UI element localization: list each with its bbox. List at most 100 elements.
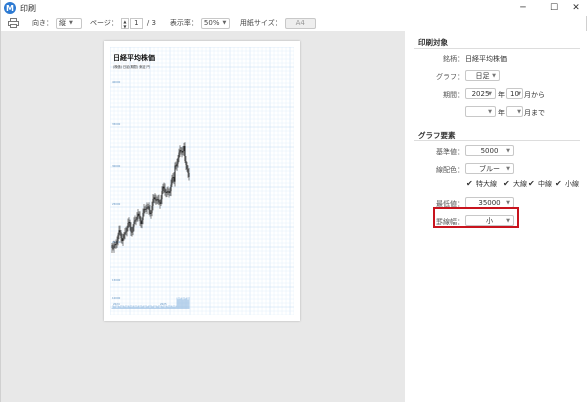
base-value-select[interactable]: 5000 ▼ — [465, 145, 514, 156]
paper-size-select: A4 — [284, 17, 316, 29]
volume-bar — [121, 307, 123, 309]
min-value: 35000 — [478, 198, 501, 207]
zoom-select[interactable]: 50% ▼ — [200, 17, 230, 29]
chevron-down-icon: ▼ — [506, 147, 510, 154]
volume-bar — [168, 305, 170, 309]
volume-bar — [130, 305, 132, 309]
page-stepper[interactable]: ▲ ▼ — [120, 17, 129, 29]
candle-body — [182, 151, 184, 153]
volume-bar — [183, 297, 185, 309]
volume-bar — [139, 307, 141, 309]
orientation-value: 縦 — [59, 19, 66, 27]
volume-bar — [123, 305, 125, 309]
checkbox-label: 特大線 — [476, 180, 497, 188]
volume-bar — [171, 305, 173, 309]
period-label: 期間： — [443, 91, 464, 99]
period-from-month-select[interactable]: 10 ▼ — [506, 88, 523, 99]
volume-bar — [170, 305, 172, 309]
graph-label: グラフ： — [436, 73, 464, 81]
checkbox-thick[interactable]: ✔ 大線 — [503, 179, 527, 189]
volume-bar — [150, 305, 152, 309]
volume-bar — [137, 305, 139, 309]
line-color-select[interactable]: ブルー ▼ — [465, 163, 514, 174]
candle-body — [135, 219, 137, 221]
y-tick-label: 20000 — [112, 240, 121, 244]
maximize-button[interactable]: ☐ — [543, 0, 565, 16]
volume-bar — [187, 299, 189, 309]
volume-bar — [186, 297, 188, 309]
volume-bar — [160, 305, 162, 309]
volume-bar — [126, 307, 128, 309]
chevron-down-icon[interactable]: ▼ — [122, 24, 128, 29]
candle-body — [147, 206, 149, 208]
volume-bar — [172, 307, 174, 309]
volume-bar — [173, 305, 175, 309]
graph-select[interactable]: 日足 ▼ — [465, 70, 500, 81]
candle-body — [123, 234, 125, 239]
candle-body — [161, 191, 163, 200]
window-title: 印刷 — [20, 3, 36, 13]
volume-bar — [181, 297, 183, 309]
check-icon: ✔ — [555, 179, 562, 188]
candle-body — [139, 215, 141, 222]
chevron-down-icon: ▼ — [506, 199, 510, 206]
preview-area: 日経平均株価 (株価) 日足(期間) 東証 円 40000 35000 30000 2… — [1, 31, 405, 402]
candle-body — [130, 226, 132, 233]
checkbox-medium[interactable]: ✔ 中線 — [528, 179, 552, 189]
close-button[interactable]: ✕ — [565, 0, 587, 16]
checkbox-extra-thick[interactable]: ✔ 特大線 — [466, 179, 497, 189]
volume-bar — [185, 297, 187, 309]
volume-bar — [140, 305, 142, 309]
orientation-select[interactable]: 縦 ▼ — [56, 17, 82, 29]
checkbox-thin[interactable]: ✔ 小線 — [555, 179, 579, 189]
period-from-year-value: 2025 — [471, 89, 490, 98]
volume-bar — [149, 307, 151, 309]
checkbox-label: 大線 — [513, 180, 527, 188]
y-tick-label: 15000 — [112, 278, 121, 282]
period-from-year-select[interactable]: 2025 ▼ — [465, 88, 496, 99]
volume-bar — [174, 307, 176, 309]
volume-bar — [136, 306, 138, 309]
volume-bar — [119, 306, 121, 309]
volume-bar — [145, 305, 147, 309]
volume-bar — [153, 305, 155, 309]
y-tick-label: 40000 — [112, 80, 121, 84]
candle-body — [122, 238, 124, 242]
check-icon: ✔ — [503, 179, 510, 188]
candle-body — [160, 199, 162, 204]
volume-bar — [157, 306, 159, 309]
period-to-year-select[interactable]: ▼ — [465, 106, 496, 117]
stock-value: 日経平均株価 — [465, 55, 507, 63]
volume-bar — [180, 297, 182, 309]
candle-body — [131, 231, 133, 233]
checkbox-label: 小線 — [565, 180, 579, 188]
candle-body — [120, 232, 122, 239]
candle-body — [134, 220, 136, 222]
chevron-down-icon: ▼ — [492, 72, 496, 79]
candle-body — [152, 198, 154, 206]
candle-body — [125, 231, 127, 233]
candle-body — [143, 208, 145, 213]
candle-body — [165, 192, 167, 193]
volume-bar — [133, 305, 135, 309]
minimize-button[interactable]: ─ — [512, 0, 534, 16]
candle-body — [151, 205, 153, 213]
candle-body — [169, 191, 171, 193]
candle-body — [166, 191, 168, 193]
volume-bar — [163, 305, 165, 309]
paper-size-label: 用紙サイズ： — [239, 19, 282, 27]
volume-bar — [124, 306, 126, 309]
printer-icon[interactable] — [6, 17, 20, 29]
page-input[interactable]: 1 — [129, 17, 143, 29]
candle-body — [185, 161, 187, 165]
chevron-down-icon: ▼ — [488, 90, 492, 97]
volume-bar — [131, 307, 133, 309]
candle-body — [155, 199, 157, 201]
candle-body — [124, 232, 126, 235]
volume-bar — [151, 306, 153, 309]
volume-bar — [117, 305, 119, 309]
volume-bar — [158, 305, 160, 309]
period-to-month-select[interactable]: ▼ — [506, 106, 523, 117]
candle-body — [167, 191, 169, 193]
volume-bar — [118, 305, 120, 309]
